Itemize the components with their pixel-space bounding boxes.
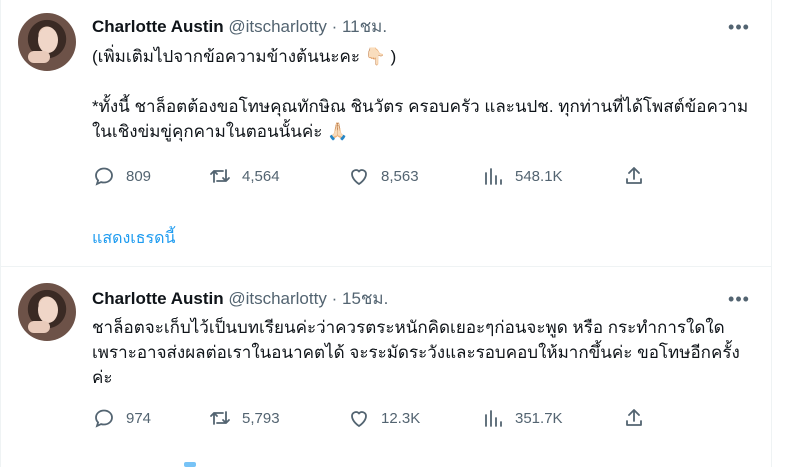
reply-button[interactable]: 809 xyxy=(92,164,151,188)
tweet-actions: 809 4,564 8,563 548.1K xyxy=(92,164,652,188)
retweet-count: 5,793 xyxy=(242,409,280,427)
reply-count: 974 xyxy=(126,409,152,427)
tweet-actions: 974 5,793 12.3K 351.7K xyxy=(92,406,652,430)
cut-off-link xyxy=(184,462,196,467)
like-count: 12.3K xyxy=(381,409,421,427)
tweet[interactable]: Charlotte Austin @itscharlotty · 15ชม. •… xyxy=(0,267,771,467)
author-handle[interactable]: @itscharlotty xyxy=(228,289,327,308)
views-button[interactable]: 548.1K xyxy=(481,164,563,188)
retweet-button[interactable]: 4,564 xyxy=(208,164,280,188)
tweet-paragraph: ชาล็อตจะเก็บไว้เป็นบทเรียนค่ะว่าควรตระหน… xyxy=(92,318,740,387)
tweet-timestamp[interactable]: 15ชม. xyxy=(342,289,388,308)
share-icon xyxy=(626,167,642,184)
like-count: 8,563 xyxy=(381,167,419,185)
view-count: 351.7K xyxy=(515,409,563,427)
heart-icon xyxy=(351,411,367,428)
avatar[interactable] xyxy=(18,13,76,71)
avatar-face xyxy=(38,297,58,323)
header-separator: · xyxy=(331,289,338,308)
tweet-text: (เพิ่มเติมไปจากข้อความข้างต้นนะคะ 👇🏻 ) *… xyxy=(92,44,760,144)
avatar-hand xyxy=(28,51,50,63)
retweet-icon xyxy=(210,411,230,425)
avatar[interactable] xyxy=(18,283,76,341)
reply-icon xyxy=(95,167,113,186)
views-button[interactable]: 351.7K xyxy=(481,406,563,430)
reply-icon xyxy=(95,409,113,428)
tweet-paragraph: (เพิ่มเติมไปจากข้อความข้างต้นนะคะ 👇🏻 ) xyxy=(92,47,397,66)
tweet[interactable]: Charlotte Austin @itscharlotty · 11ชม. •… xyxy=(0,0,771,266)
reply-button[interactable]: 974 xyxy=(92,406,151,430)
more-dots-icon[interactable]: ••• xyxy=(726,290,752,312)
share-icon xyxy=(626,409,642,426)
tweet-header: Charlotte Austin @itscharlotty · 15ชม. xyxy=(92,289,388,309)
header-separator: · xyxy=(331,17,338,36)
reply-count: 809 xyxy=(126,167,152,185)
avatar-face xyxy=(38,27,58,53)
retweet-count: 4,564 xyxy=(242,167,280,185)
tweet-header: Charlotte Austin @itscharlotty · 11ชม. xyxy=(92,17,387,37)
tweet-paragraph: *ทั้งนี้ ชาล็อตต้องขอโทษคุณทักษิณ ชินวัต… xyxy=(92,97,749,141)
more-dots-icon[interactable]: ••• xyxy=(726,18,752,40)
tweet-text: ชาล็อตจะเก็บไว้เป็นบทเรียนค่ะว่าควรตระหน… xyxy=(92,315,760,390)
heart-icon xyxy=(351,169,367,186)
views-icon xyxy=(485,168,502,185)
view-count: 548.1K xyxy=(515,167,563,185)
author-handle[interactable]: @itscharlotty xyxy=(228,17,327,36)
like-button[interactable]: 12.3K xyxy=(347,406,420,430)
timeline-right-border xyxy=(771,0,772,467)
share-button[interactable] xyxy=(622,406,656,430)
avatar-hand xyxy=(28,321,50,333)
author-name[interactable]: Charlotte Austin xyxy=(92,289,224,308)
views-icon xyxy=(485,410,502,427)
tweet-timestamp[interactable]: 11ชม. xyxy=(342,17,387,36)
show-thread-link[interactable]: แสดงเธรดนี้ xyxy=(92,226,175,251)
retweet-button[interactable]: 5,793 xyxy=(208,406,280,430)
author-name[interactable]: Charlotte Austin xyxy=(92,17,224,36)
like-button[interactable]: 8,563 xyxy=(347,164,419,188)
share-button[interactable] xyxy=(622,164,656,188)
retweet-icon xyxy=(210,169,230,183)
